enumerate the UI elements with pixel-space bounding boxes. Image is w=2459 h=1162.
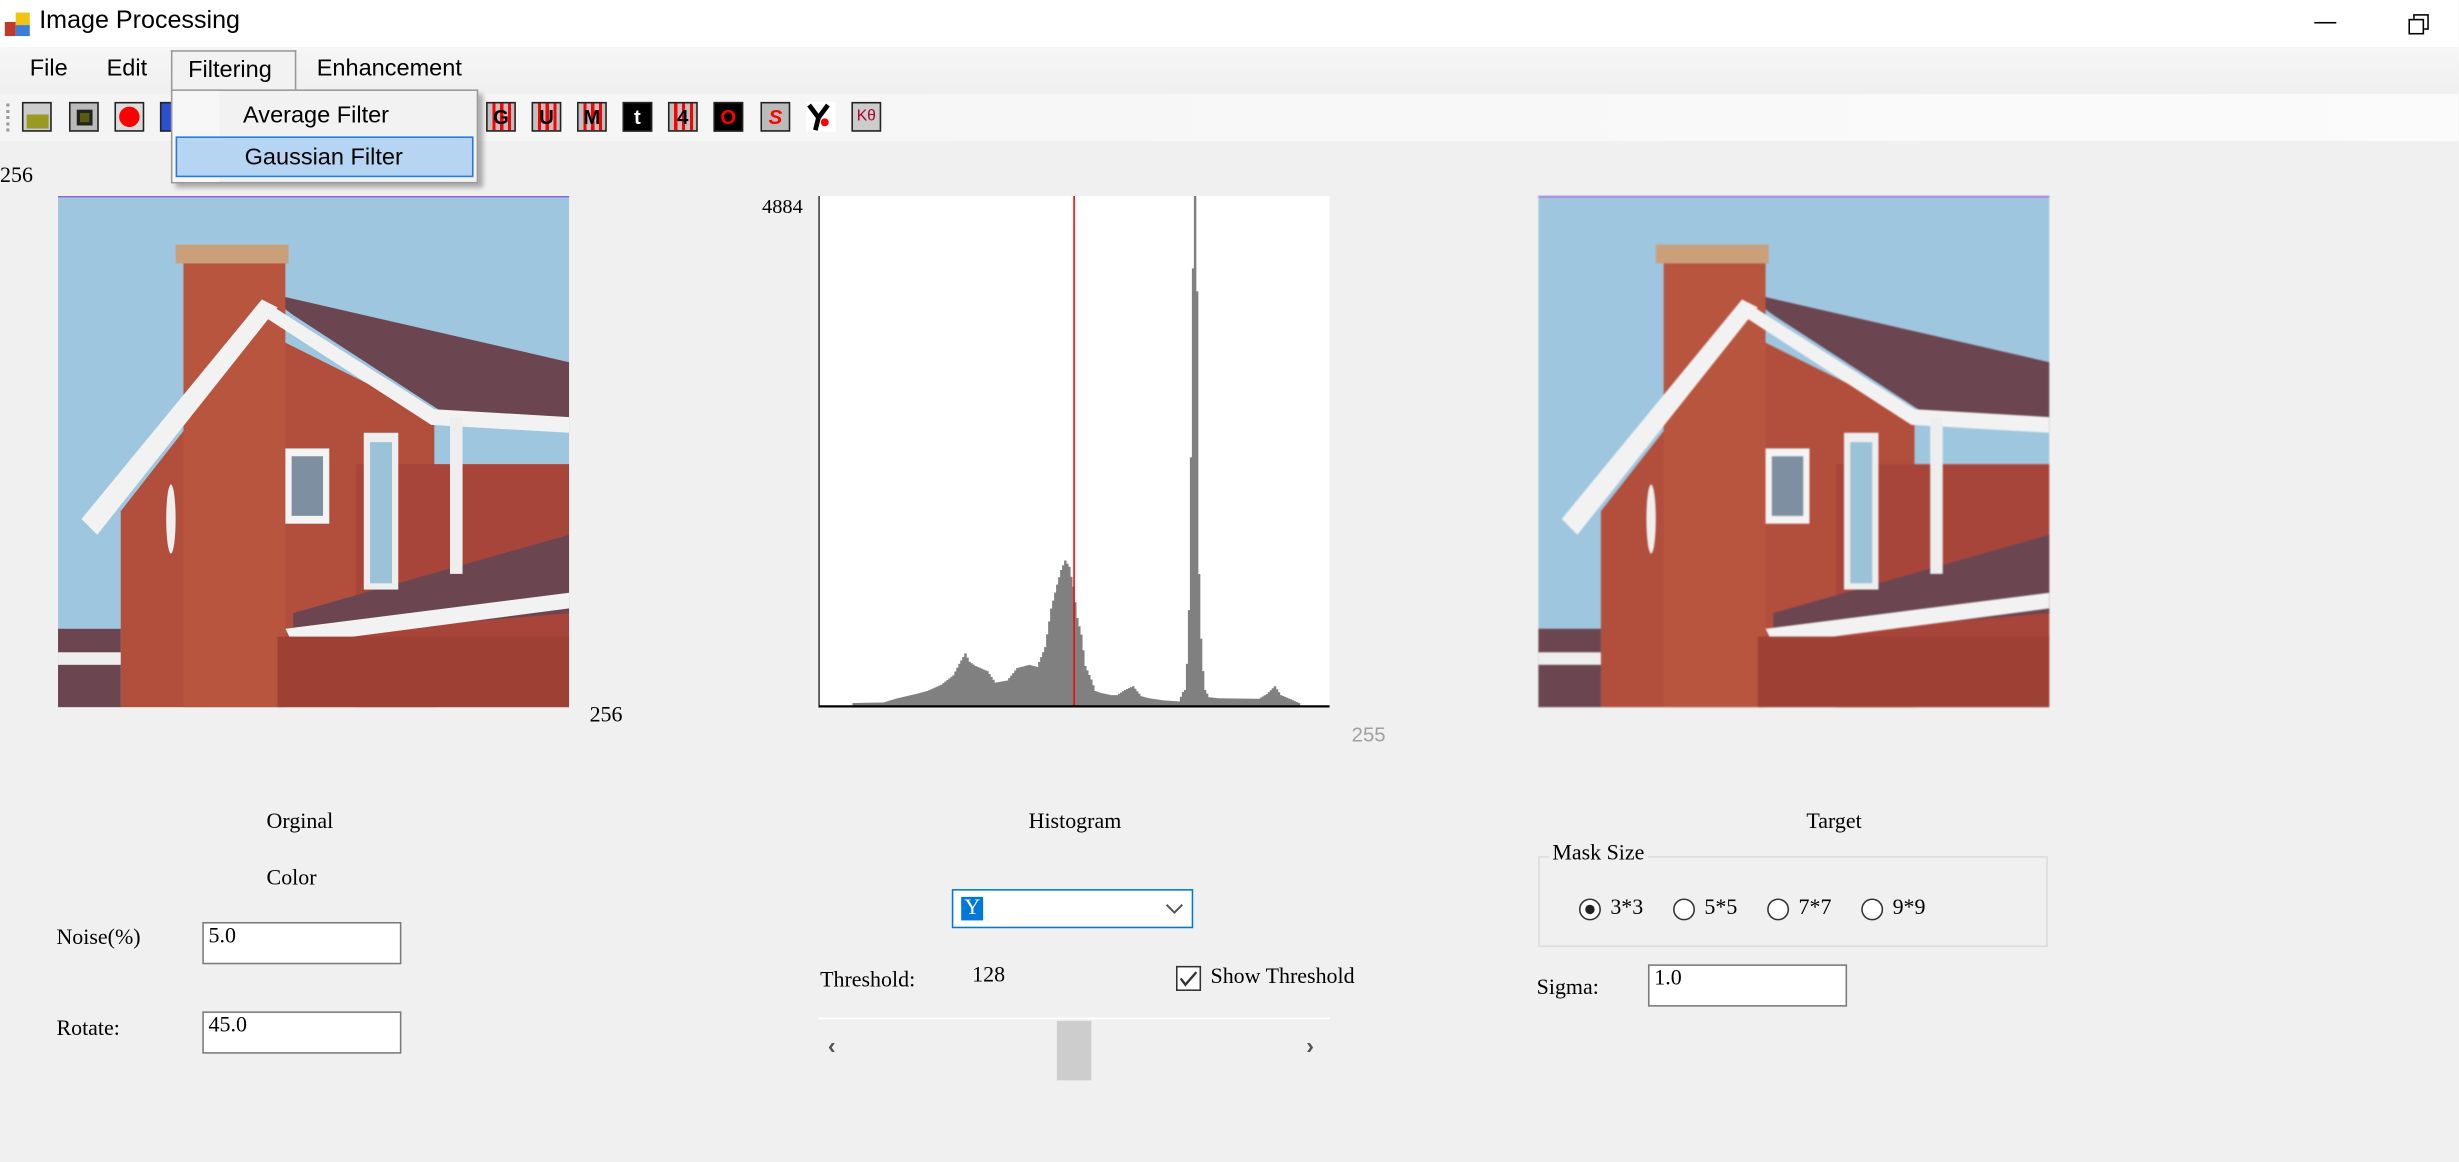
radio-5x5-label: 5*5 xyxy=(1704,896,1738,921)
show-threshold-checkbox[interactable] xyxy=(1176,965,1202,991)
histogram-ymax-label: 4884 xyxy=(762,194,803,218)
show-threshold-label: Show Threshold xyxy=(1210,965,1355,990)
radio-7x7[interactable] xyxy=(1767,898,1790,921)
minimize-icon[interactable] xyxy=(2314,21,2337,24)
red-circle-icon[interactable] xyxy=(114,101,145,132)
g-icon[interactable]: G xyxy=(486,101,516,132)
radio-9x9[interactable] xyxy=(1861,898,1884,921)
s-icon[interactable]: S xyxy=(760,101,791,132)
save-icon[interactable] xyxy=(68,101,99,132)
histogram-caption: Histogram xyxy=(1028,810,1122,835)
radio-9x9-label: 9*9 xyxy=(1892,896,1926,921)
t-icon[interactable]: t xyxy=(622,101,653,132)
sigma-input[interactable]: 1.0 xyxy=(1647,964,1848,1007)
original-size-right: 256 xyxy=(589,704,623,728)
threshold-label: Threshold: xyxy=(820,969,916,993)
noise-label: Noise(%) xyxy=(56,926,141,951)
y-icon[interactable] xyxy=(805,101,836,132)
four-icon[interactable]: 4 xyxy=(667,101,698,132)
rotate-label: Rotate: xyxy=(56,1017,120,1042)
menu-enhancement[interactable]: Enhancement xyxy=(317,55,462,82)
original-size-top: 256 xyxy=(0,164,33,189)
sigma-label: Sigma: xyxy=(1536,976,1599,1001)
menu-item-gaussian-filter[interactable]: Gaussian Filter xyxy=(175,136,474,178)
check-icon xyxy=(1179,971,1198,987)
menu-file[interactable]: File xyxy=(30,55,68,82)
m-icon[interactable]: M xyxy=(577,101,607,132)
scroll-left-icon[interactable]: ‹ xyxy=(828,1033,836,1060)
scrollbar-thumb[interactable] xyxy=(1056,1020,1092,1081)
k-theta-icon[interactable]: Kθ xyxy=(851,101,882,132)
window-title: Image Processing xyxy=(39,7,241,35)
mask-size-label: Mask Size xyxy=(1549,842,1648,868)
noise-input[interactable]: 5.0 xyxy=(202,921,402,965)
target-caption: Target xyxy=(1806,810,1862,835)
open-folder-icon[interactable] xyxy=(21,101,52,132)
app-icon xyxy=(4,12,30,37)
menu-filtering[interactable]: Filtering xyxy=(188,56,272,83)
menu-item-average-filter[interactable]: Average Filter xyxy=(176,96,474,137)
channel-value: Y xyxy=(961,896,984,921)
o-icon[interactable]: O xyxy=(713,101,744,132)
title-bar: Image Processing xyxy=(0,0,2459,48)
original-caption: Orginal xyxy=(266,810,334,835)
radio-3x3-label: 3*3 xyxy=(1610,896,1644,921)
original-image xyxy=(58,196,570,708)
scroll-right-icon[interactable]: › xyxy=(1306,1033,1314,1060)
target-image xyxy=(1538,196,2050,708)
radio-7x7-label: 7*7 xyxy=(1798,896,1832,921)
radio-3x3[interactable] xyxy=(1578,898,1601,921)
histogram-chart xyxy=(818,196,1330,708)
channel-combobox[interactable]: Y xyxy=(951,889,1194,929)
chevron-down-icon[interactable] xyxy=(1165,903,1184,916)
threshold-value: 128 xyxy=(972,964,1006,988)
histogram-xmax-label: 255 xyxy=(1351,722,1386,747)
toolbar-grip[interactable] xyxy=(6,103,10,132)
radio-5x5[interactable] xyxy=(1673,898,1696,921)
color-mode-label: Color xyxy=(266,867,317,891)
u-icon[interactable]: U xyxy=(531,101,562,132)
restore-icon[interactable] xyxy=(2408,14,2429,35)
menu-edit[interactable]: Edit xyxy=(107,55,148,82)
threshold-scrollbar[interactable]: ‹ › xyxy=(818,1017,1330,1081)
menu-filtering-open[interactable]: Filtering xyxy=(170,50,297,93)
rotate-input[interactable]: 45.0 xyxy=(202,1011,402,1054)
filtering-dropdown: Average Filter Gaussian Filter xyxy=(170,89,479,184)
menu-bar: File Edit Filtering Enhancement xyxy=(0,47,2459,93)
